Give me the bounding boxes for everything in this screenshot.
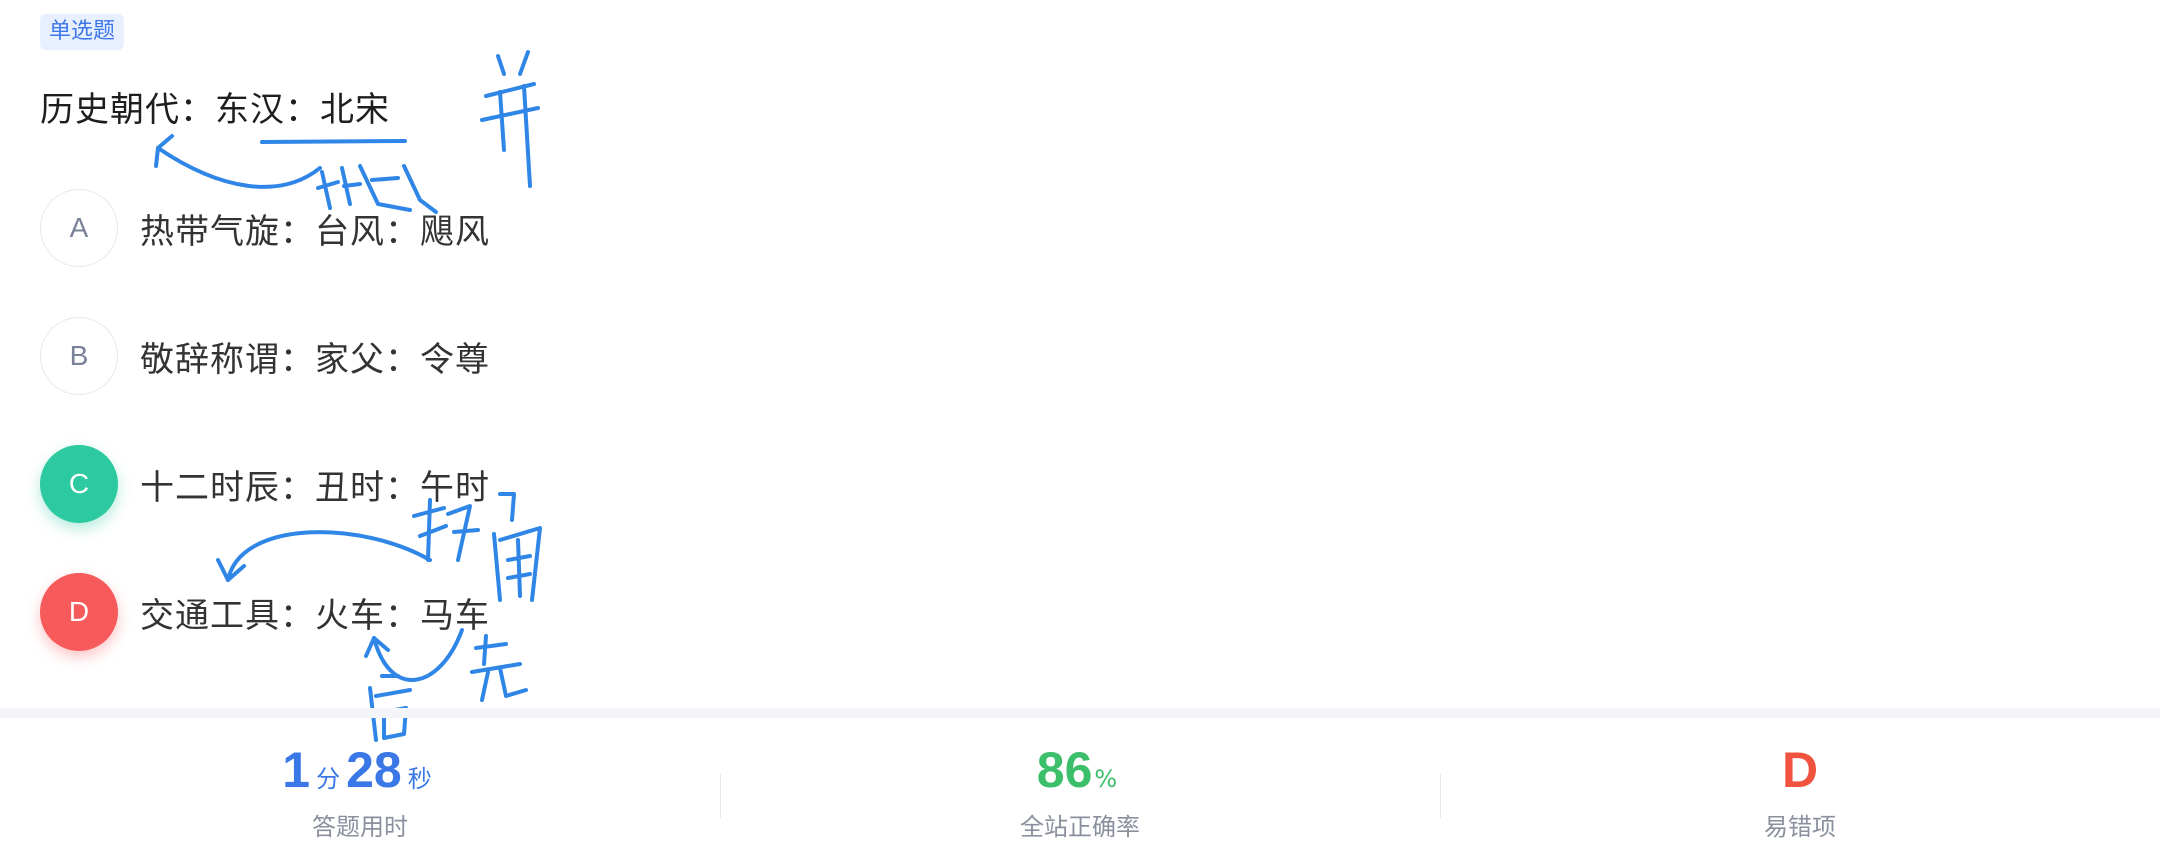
stat-time: 1 分 28 秒 答题用时 [0, 718, 720, 864]
time-seconds-unit: 秒 [407, 764, 432, 793]
question-type-tag: 单选题 [40, 14, 125, 50]
accuracy-number: 86 [1036, 741, 1093, 798]
accuracy-label: 全站正确率 [1020, 812, 1140, 841]
ink-note-hou [492, 492, 542, 602]
option-b[interactable]: B 敬辞称谓：家父：令尊 [40, 316, 490, 396]
option-d-wrong[interactable]: D 交通工具：火车：马车 [40, 572, 490, 652]
section-divider [0, 708, 2160, 718]
question-stem: 历史朝代：东汉：北宋 [40, 90, 390, 130]
time-minutes-unit: 分 [316, 764, 341, 793]
ink-arrow-stem [156, 146, 322, 189]
option-letter-badge: B [40, 317, 118, 395]
option-text: 交通工具：火车：马车 [140, 595, 490, 636]
ink-arrow-head [154, 134, 174, 168]
common-wrong-letter: D [1781, 741, 1819, 798]
option-letter-badge: C [40, 445, 118, 523]
stat-common-wrong: D 易错项 [1440, 718, 2160, 864]
accuracy-value: 86 % [1036, 741, 1123, 798]
time-value: 1 分 28 秒 [282, 741, 437, 798]
option-a[interactable]: A 热带气旋：台风：飓风 [40, 188, 490, 268]
accuracy-unit: % [1094, 764, 1118, 793]
option-text: 十二时辰：丑时：午时 [140, 467, 490, 508]
option-text: 敬辞称谓：家父：令尊 [140, 339, 490, 380]
answer-stats-bar: 1 分 28 秒 答题用时 86 % 全站正确率 D 易错项 [0, 718, 2160, 864]
time-seconds: 28 [346, 741, 402, 798]
common-wrong-value: D [1781, 741, 1819, 798]
option-letter-badge: D [40, 573, 118, 651]
time-label: 答题用时 [312, 812, 408, 841]
stat-accuracy: 86 % 全站正确率 [720, 718, 1440, 864]
common-wrong-label: 易错项 [1764, 812, 1836, 841]
option-letter-badge: A [40, 189, 118, 267]
option-text: 热带气旋：台风：飓风 [140, 211, 490, 252]
time-minutes: 1 [282, 741, 311, 798]
ink-note-bing [480, 50, 540, 188]
option-c-correct[interactable]: C 十二时辰：丑时：午时 [40, 444, 490, 524]
ink-underline [260, 139, 407, 144]
